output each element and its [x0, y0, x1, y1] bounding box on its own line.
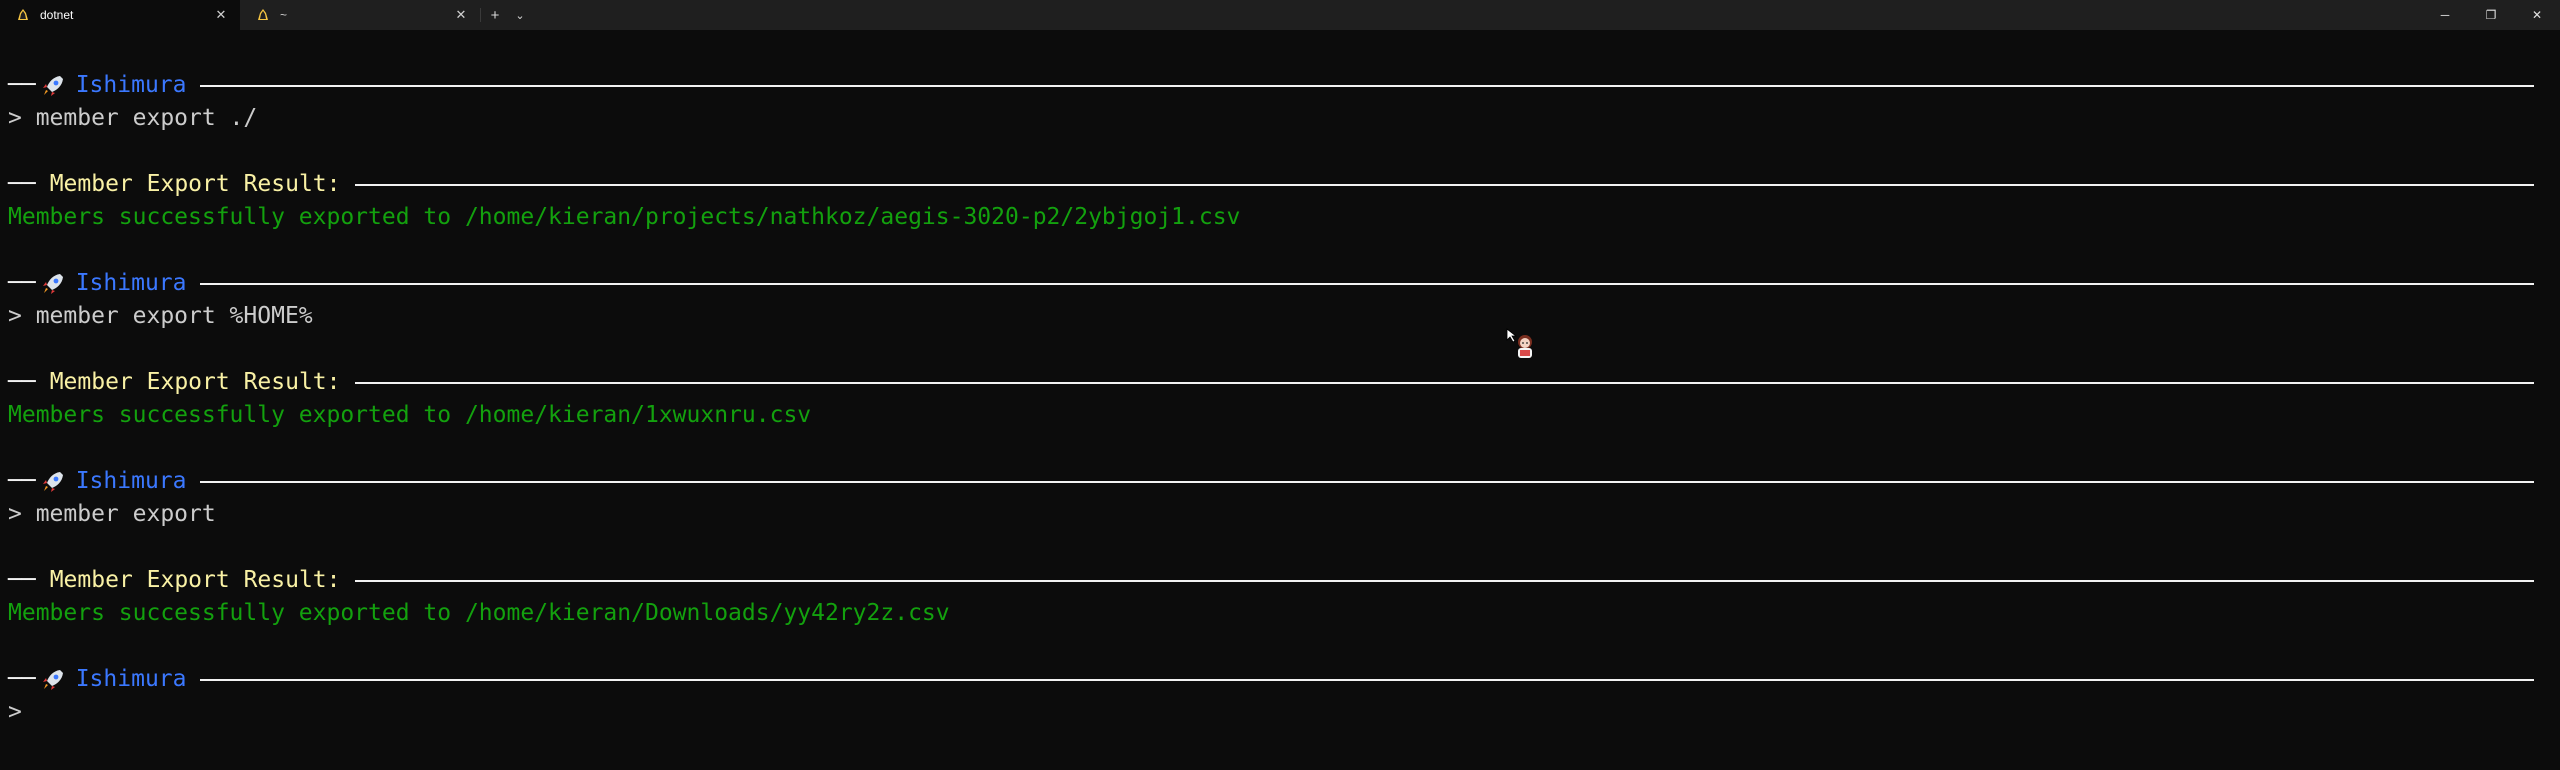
- result-title: Member Export Result:: [49, 369, 341, 395]
- command-line: > member export ./: [8, 105, 258, 131]
- header-rule: [354, 183, 2534, 186]
- new-tab-button[interactable]: +: [481, 0, 509, 30]
- tab-dotnet[interactable]: dotnet ✕: [0, 0, 240, 30]
- result-message: Members successfully exported to /home/k…: [8, 204, 1241, 230]
- close-tab-icon[interactable]: ✕: [452, 6, 470, 24]
- restore-button[interactable]: ❐: [2468, 0, 2514, 30]
- result-message: Members successfully exported to /home/k…: [8, 402, 812, 428]
- linux-tux-icon: [256, 8, 270, 22]
- close-tab-icon[interactable]: ✕: [212, 6, 230, 24]
- prompt-header: ── Ishimura: [8, 69, 2534, 102]
- tab-title: dotnet: [40, 8, 74, 22]
- result-header: ── Member Export Result:: [8, 168, 2534, 201]
- app-name: Ishimura: [75, 270, 187, 296]
- command-line: > member export: [8, 501, 216, 527]
- rocket-icon: [40, 271, 66, 297]
- app-name: Ishimura: [75, 666, 187, 692]
- minimize-button[interactable]: ─: [2422, 0, 2468, 30]
- command-input-line[interactable]: >: [8, 696, 2528, 729]
- header-rule: [354, 579, 2534, 582]
- tab-title: ~: [280, 8, 288, 22]
- header-rule: [200, 480, 2534, 483]
- result-message: Members successfully exported to /home/k…: [8, 600, 950, 626]
- tab-home[interactable]: ~ ✕: [240, 0, 480, 30]
- title-bar: dotnet ✕ ~ ✕ + ⌄ ─ ❐ ✕: [0, 0, 2560, 30]
- header-rule: [354, 381, 2534, 384]
- result-header: ── Member Export Result:: [8, 366, 2534, 399]
- prompt-header: ── Ishimura: [8, 465, 2534, 498]
- mouse-cursor-icon: [1506, 328, 1540, 362]
- prompt-header: ── Ishimura: [8, 663, 2534, 696]
- app-name: Ishimura: [75, 72, 187, 98]
- result-title: Member Export Result:: [49, 171, 341, 197]
- rocket-icon: [40, 667, 66, 693]
- command-line: > member export %HOME%: [8, 303, 313, 329]
- rocket-icon: [40, 469, 66, 495]
- app-name: Ishimura: [75, 468, 187, 494]
- terminal-output[interactable]: ── Ishimura > member export ./ ── Member…: [8, 30, 2534, 729]
- close-window-button[interactable]: ✕: [2514, 0, 2560, 30]
- tab-dropdown-button[interactable]: ⌄: [509, 0, 531, 30]
- prompt-header: ── Ishimura: [8, 267, 2534, 300]
- result-header: ── Member Export Result:: [8, 564, 2534, 597]
- linux-tux-icon: [16, 8, 30, 22]
- result-title: Member Export Result:: [49, 567, 341, 593]
- header-rule: [200, 84, 2534, 87]
- header-rule: [200, 282, 2534, 285]
- rocket-icon: [40, 73, 66, 99]
- header-rule: [200, 678, 2534, 681]
